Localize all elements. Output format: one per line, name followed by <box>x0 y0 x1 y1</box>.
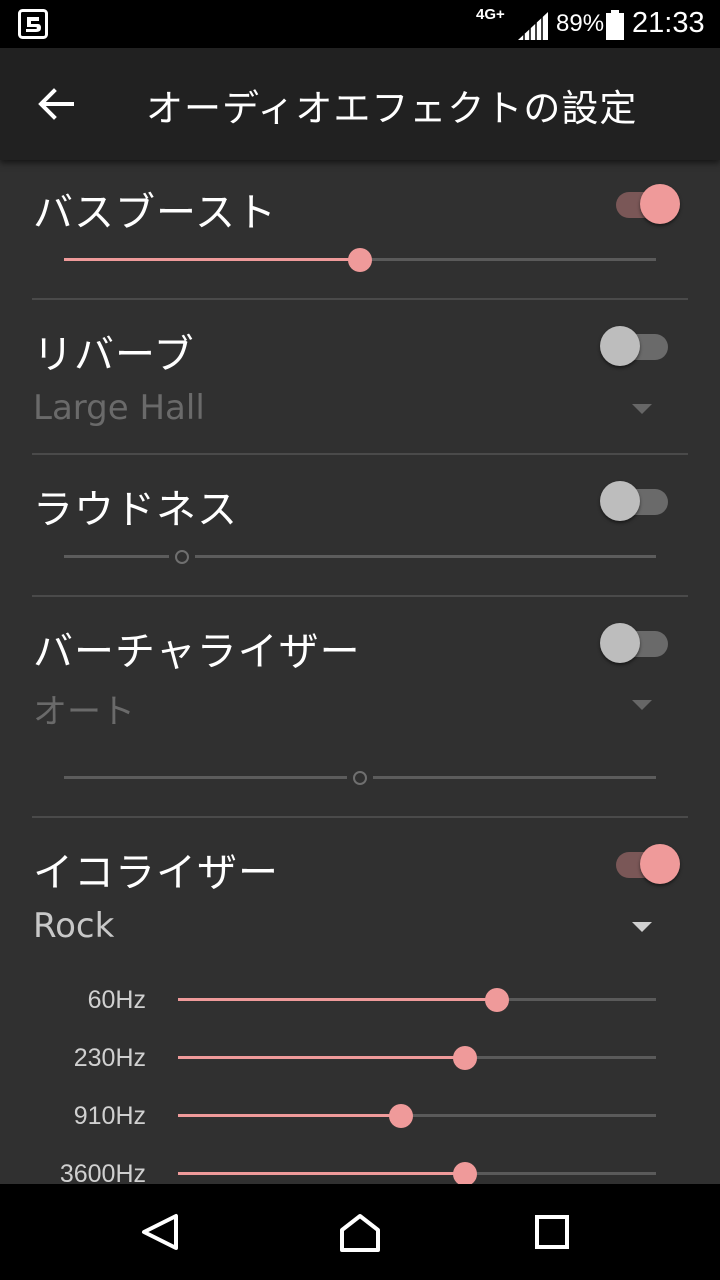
virtualizer-title: バーチャライザー <box>33 629 361 675</box>
page-title: オーディオエフェクトの設定 <box>146 87 638 130</box>
slider-fill <box>64 258 360 261</box>
nav-recents-icon <box>535 1215 569 1249</box>
eq-band-label: 3600Hz <box>59 1160 146 1184</box>
signal-icon <box>518 12 548 40</box>
status-bar: 4G+ 89% 21:33 <box>0 0 720 48</box>
eq-band-label: 910Hz <box>73 1102 146 1130</box>
equalizer-preset-dropdown[interactable]: Rock <box>32 900 662 956</box>
loudness-title: ラウドネス <box>33 487 238 533</box>
slider-fill <box>178 1056 465 1059</box>
eq-band-slider[interactable] <box>178 1042 656 1072</box>
navigation-bar <box>0 1184 720 1280</box>
slider-rail <box>64 555 656 558</box>
nav-back-icon <box>142 1214 178 1250</box>
dropdown-arrow-icon <box>632 922 652 932</box>
battery-icon <box>606 10 624 40</box>
slider-fill <box>178 998 497 1001</box>
slider-knob[interactable] <box>353 771 367 785</box>
toggle-thumb <box>600 481 640 521</box>
reverb-title: リバーブ <box>33 332 195 378</box>
loudness-slider[interactable] <box>64 541 656 571</box>
nav-recents-button[interactable] <box>524 1204 580 1260</box>
eq-band-row: 230Hz <box>0 1040 720 1080</box>
eq-band-row: 60Hz <box>0 982 720 1022</box>
dropdown-arrow-icon <box>632 404 652 414</box>
eq-band-slider[interactable] <box>178 1100 656 1130</box>
bass-boost-slider[interactable] <box>64 244 656 274</box>
bass-boost-toggle[interactable] <box>598 182 682 228</box>
nav-home-button[interactable] <box>332 1204 388 1260</box>
divider <box>32 453 688 455</box>
equalizer-title: イコライザー <box>33 850 279 896</box>
network-type: 4G+ <box>476 6 505 23</box>
toggle-thumb <box>600 326 640 366</box>
virtualizer-mode-value: オート <box>33 692 135 732</box>
loudness-toggle[interactable] <box>598 479 682 525</box>
divider <box>32 816 688 818</box>
toggle-thumb <box>600 623 640 663</box>
toggle-thumb <box>640 844 680 884</box>
eq-band-slider[interactable] <box>178 984 656 1014</box>
eq-band-slider[interactable] <box>178 1158 656 1184</box>
virtualizer-toggle[interactable] <box>598 621 682 667</box>
app-bar: オーディオエフェクトの設定 <box>0 48 720 160</box>
slider-knob[interactable] <box>389 1104 414 1128</box>
divider <box>32 298 688 300</box>
arrow-back-icon <box>38 88 74 120</box>
divider <box>32 595 688 597</box>
bass-boost-title: バスブースト <box>33 190 277 236</box>
screen: 4G+ 89% 21:33 オーディオエフェクトの設定 バスブースト リバーブ … <box>0 0 720 1280</box>
nav-back-button[interactable] <box>132 1204 188 1260</box>
slider-knob[interactable] <box>452 1046 477 1070</box>
slider-fill <box>178 1114 402 1117</box>
eq-band-label: 60Hz <box>87 986 146 1014</box>
virtualizer-mode-dropdown[interactable]: オート <box>32 678 662 734</box>
clock: 21:33 <box>632 7 705 39</box>
slider-knob[interactable] <box>452 1162 477 1184</box>
toggle-thumb <box>640 184 680 224</box>
eq-band-row: 3600Hz <box>0 1156 720 1184</box>
reverb-toggle[interactable] <box>598 324 682 370</box>
slider-fill <box>178 1172 465 1175</box>
slider-knob[interactable] <box>484 988 509 1012</box>
notification-app-icon <box>18 9 48 39</box>
dropdown-arrow-icon <box>632 700 652 710</box>
eq-band-row: 910Hz <box>0 1098 720 1138</box>
reverb-preset-dropdown[interactable]: Large Hall <box>32 382 662 438</box>
back-button[interactable] <box>22 70 90 138</box>
battery-percent: 89% <box>556 10 605 37</box>
reverb-preset-value: Large Hall <box>33 388 205 428</box>
settings-content: バスブースト リバーブ Large Hall ラウドネス バーチャライザー オー… <box>0 160 720 1184</box>
equalizer-toggle[interactable] <box>598 842 682 888</box>
equalizer-preset-value: Rock <box>33 906 115 946</box>
eq-band-label: 230Hz <box>73 1044 146 1072</box>
nav-home-icon <box>340 1214 380 1252</box>
virtualizer-slider[interactable] <box>64 762 656 792</box>
slider-knob[interactable] <box>348 248 372 272</box>
